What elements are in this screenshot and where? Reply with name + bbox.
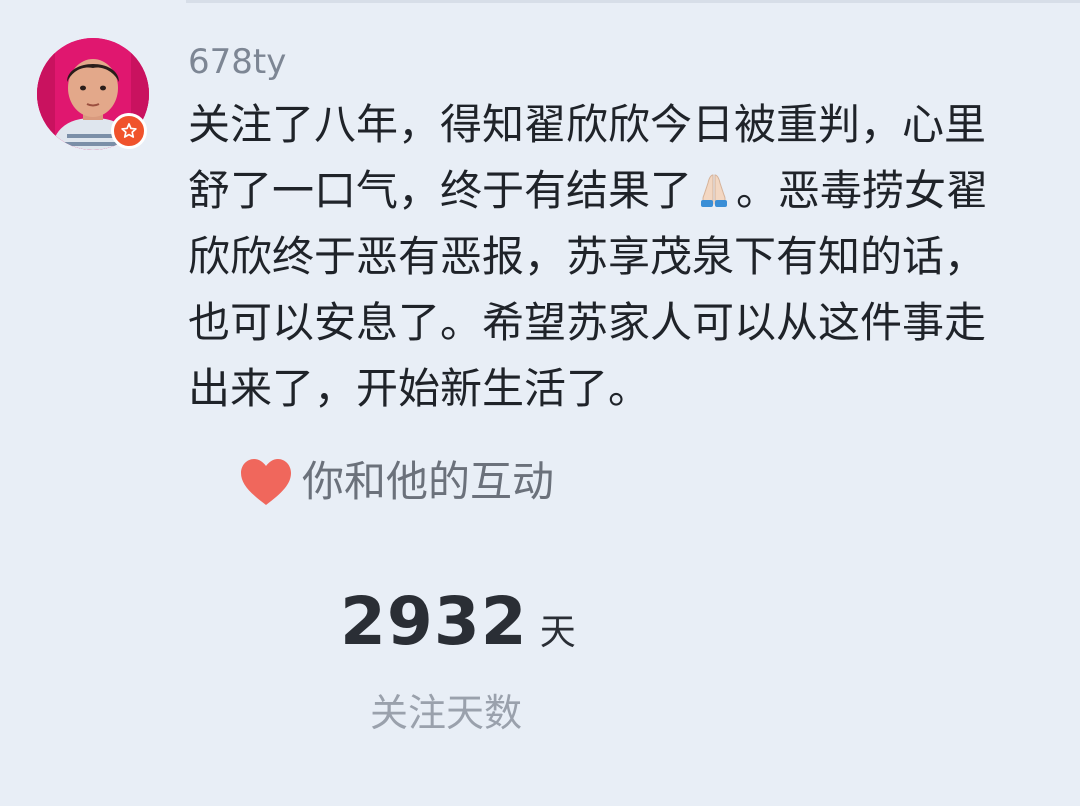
comment-line-segment: 。恶毒捞女翟 — [736, 166, 989, 215]
follow-days-stat: 2932 天 — [340, 582, 576, 662]
comment-line-with-emoji: 舒了一口气，终于有结果了 。恶毒捞女翟 — [188, 158, 1058, 224]
follow-days-unit: 天 — [539, 612, 576, 653]
star-badge-icon — [111, 113, 147, 149]
heart-icon — [241, 459, 291, 505]
praying-hands-icon — [694, 162, 734, 228]
comment-text: 关注了八年，得知翟欣欣今日被重判，心里 舒了一口气，终于有结果了 。恶毒捞女翟 … — [188, 92, 1058, 422]
interaction-section[interactable]: 你和他的互动 — [238, 452, 554, 512]
top-divider — [186, 0, 1080, 3]
comment-line: 也可以安息了。希望苏家人可以从这件事走 — [188, 298, 987, 347]
star-icon — [121, 123, 137, 138]
comment-line-segment: 舒了一口气，终于有结果了 — [188, 166, 693, 215]
comment-line: 欣欣终于恶有恶报，苏享茂泉下有知的话， — [188, 232, 987, 281]
follow-days-value: 2932 — [340, 583, 528, 660]
username[interactable]: 678ty — [188, 40, 286, 84]
interaction-label: 你和他的互动 — [302, 457, 555, 506]
follow-days-label: 关注天数 — [370, 691, 523, 735]
comment-line: 关注了八年，得知翟欣欣今日被重判，心里 — [188, 100, 987, 149]
comment-line: 出来了，开始新生活了。 — [188, 364, 651, 413]
